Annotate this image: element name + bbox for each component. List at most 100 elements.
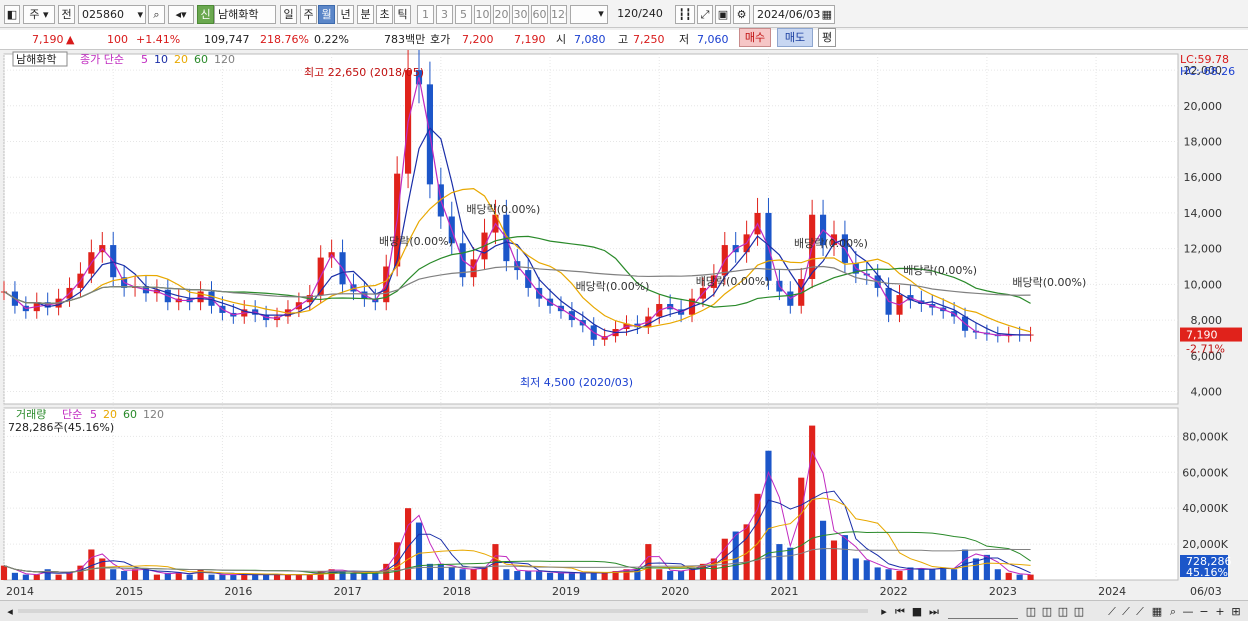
zoom-slider[interactable] bbox=[948, 604, 1018, 619]
fit-icon[interactable]: ⊞ bbox=[1230, 604, 1242, 619]
stock-name-field[interactable]: 남해화학 bbox=[214, 5, 276, 24]
tab-1[interactable]: 주 bbox=[300, 5, 317, 24]
volume-bar bbox=[230, 574, 237, 580]
interval-60[interactable]: 60 bbox=[531, 5, 548, 24]
average-button[interactable]: 평 bbox=[818, 28, 836, 47]
date-value: 2024/06/03 bbox=[757, 8, 821, 21]
ask-price: 7,200 bbox=[462, 33, 494, 46]
window-icon[interactable]: ◧ bbox=[4, 5, 20, 24]
layout-4-icon[interactable]: ◫ bbox=[1072, 604, 1086, 619]
code-input[interactable]: 025860 ▾ bbox=[78, 5, 146, 24]
tab-5[interactable]: 초 bbox=[376, 5, 393, 24]
sell-button[interactable]: 매도 bbox=[777, 28, 813, 47]
zoom-in-icon[interactable]: + bbox=[1214, 604, 1226, 619]
volume-bar bbox=[0, 565, 8, 580]
interval-20[interactable]: 20 bbox=[493, 5, 510, 24]
volume-bar bbox=[361, 572, 368, 580]
volume-bar bbox=[852, 558, 859, 580]
price-title: 남해화학 bbox=[16, 52, 56, 66]
prev-page-icon[interactable]: ⏮ bbox=[893, 604, 907, 619]
draw-icon[interactable]: ⟋ bbox=[1106, 604, 1118, 619]
period-select-label: 주 bbox=[29, 8, 40, 21]
buy-button[interactable]: 매수 bbox=[739, 28, 771, 47]
volume-tag-pct: 45.16% bbox=[1186, 566, 1228, 579]
volume-bar bbox=[11, 572, 18, 580]
dividend-label: 배당락(0.00%) bbox=[1012, 276, 1086, 289]
volume-bar bbox=[765, 450, 772, 580]
chevron-down-icon: ▾ bbox=[598, 7, 604, 20]
volume-bar bbox=[44, 569, 51, 580]
minus-icon[interactable]: — bbox=[1182, 604, 1194, 619]
save-icon[interactable]: ▣ bbox=[715, 5, 731, 24]
legend-item: 종가 단순 bbox=[80, 53, 124, 66]
volume-ratio: 218.76% bbox=[260, 33, 309, 46]
dividend-label: 배당락(0.00%) bbox=[379, 235, 453, 248]
volume-bar bbox=[197, 569, 204, 580]
zoom-search-icon[interactable]: ⌕ bbox=[1166, 604, 1180, 619]
volume-bar bbox=[929, 569, 936, 580]
tab-2[interactable]: 월 bbox=[318, 5, 335, 24]
interval-5[interactable]: 5 bbox=[455, 5, 472, 24]
volume-bar bbox=[372, 572, 379, 580]
up-triangle-icon: ▲ bbox=[66, 33, 75, 46]
interval-3[interactable]: 3 bbox=[436, 5, 453, 24]
x-tick-label: 2018 bbox=[443, 585, 471, 598]
period-select[interactable]: 주 ▾ bbox=[23, 5, 55, 24]
stop-icon[interactable]: ■ bbox=[910, 604, 924, 619]
interval-10[interactable]: 10 bbox=[474, 5, 491, 24]
volume-bar bbox=[481, 567, 488, 580]
price-tick-label: 18,000 bbox=[1184, 136, 1223, 149]
price-change-pct: +1.41% bbox=[136, 33, 181, 46]
scroll-right-icon[interactable]: ▸ bbox=[878, 604, 890, 619]
price-tick-label: 12,000 bbox=[1184, 243, 1223, 256]
interval-1[interactable]: 1 bbox=[417, 5, 434, 24]
interval-120[interactable]: 120 bbox=[550, 5, 567, 24]
low-label: 저 bbox=[679, 33, 690, 46]
volume-bar bbox=[819, 520, 827, 580]
tab-3[interactable]: 년 bbox=[337, 5, 354, 24]
layout-3-icon[interactable]: ◫ bbox=[1056, 604, 1070, 619]
speaker-icon[interactable]: ◂▾ bbox=[168, 5, 194, 24]
volume-bar bbox=[459, 569, 466, 580]
volume-bar bbox=[252, 574, 259, 580]
vol-legend-item: 60 bbox=[123, 408, 137, 421]
x-tick-label: 2020 bbox=[661, 585, 689, 598]
volume-bar bbox=[885, 569, 892, 580]
volume-bar bbox=[546, 572, 554, 580]
x-tick-label: 2022 bbox=[880, 585, 908, 598]
price-tag: 7,190 bbox=[1186, 329, 1218, 342]
next-page-icon[interactable]: ⏭ bbox=[927, 604, 941, 619]
scroll-left-icon[interactable]: ◂ bbox=[4, 604, 16, 619]
volume-bar bbox=[590, 572, 597, 580]
price-tick-label: 10,000 bbox=[1184, 278, 1223, 291]
horizontal-scrollbar[interactable] bbox=[18, 609, 868, 613]
grid-icon[interactable]: ▦ bbox=[1150, 604, 1164, 619]
stock-chart[interactable]: 22,00020,00018,00016,00014,00012,00010,0… bbox=[0, 50, 1248, 600]
x-tick-label: 2021 bbox=[770, 585, 798, 598]
volume-bar bbox=[1027, 574, 1034, 580]
volume-bar bbox=[306, 574, 313, 580]
quote-bar: 7,190 ▲ 100 +1.41% 109,747 218.76% 0.22%… bbox=[0, 30, 1248, 50]
layout-2-icon[interactable]: ◫ bbox=[1040, 604, 1054, 619]
layout-icon[interactable]: ◫ bbox=[1024, 604, 1038, 619]
volume-bar bbox=[186, 574, 193, 580]
candle-icon[interactable]: ┇┇ bbox=[675, 5, 695, 24]
code-value: 025860 bbox=[82, 8, 124, 21]
count-display[interactable]: 120/240 bbox=[612, 5, 668, 24]
volume-bar bbox=[525, 571, 532, 580]
tab-4[interactable]: 분 bbox=[357, 5, 374, 24]
gear-icon[interactable]: ⚙ bbox=[733, 5, 750, 24]
turnover-pct: 0.22% bbox=[314, 33, 349, 46]
date-input[interactable]: 2024/06/03 ▦ bbox=[753, 5, 835, 24]
count-total: /240 bbox=[638, 7, 663, 20]
tab-6[interactable]: 틱 bbox=[394, 5, 411, 24]
draw-2-icon[interactable]: ⟋ bbox=[1120, 604, 1132, 619]
search-icon[interactable]: ⌕ bbox=[148, 5, 165, 24]
tab-0[interactable]: 일 bbox=[280, 5, 297, 24]
zoom-out-icon[interactable]: − bbox=[1198, 604, 1210, 619]
zoom-icon[interactable]: ⤢ bbox=[697, 5, 713, 24]
interval-30[interactable]: 30 bbox=[512, 5, 529, 24]
draw-3-icon[interactable]: ⟋ bbox=[1134, 604, 1146, 619]
vol-legend-item: 20 bbox=[103, 408, 117, 421]
prev-button[interactable]: 전 bbox=[58, 5, 75, 24]
